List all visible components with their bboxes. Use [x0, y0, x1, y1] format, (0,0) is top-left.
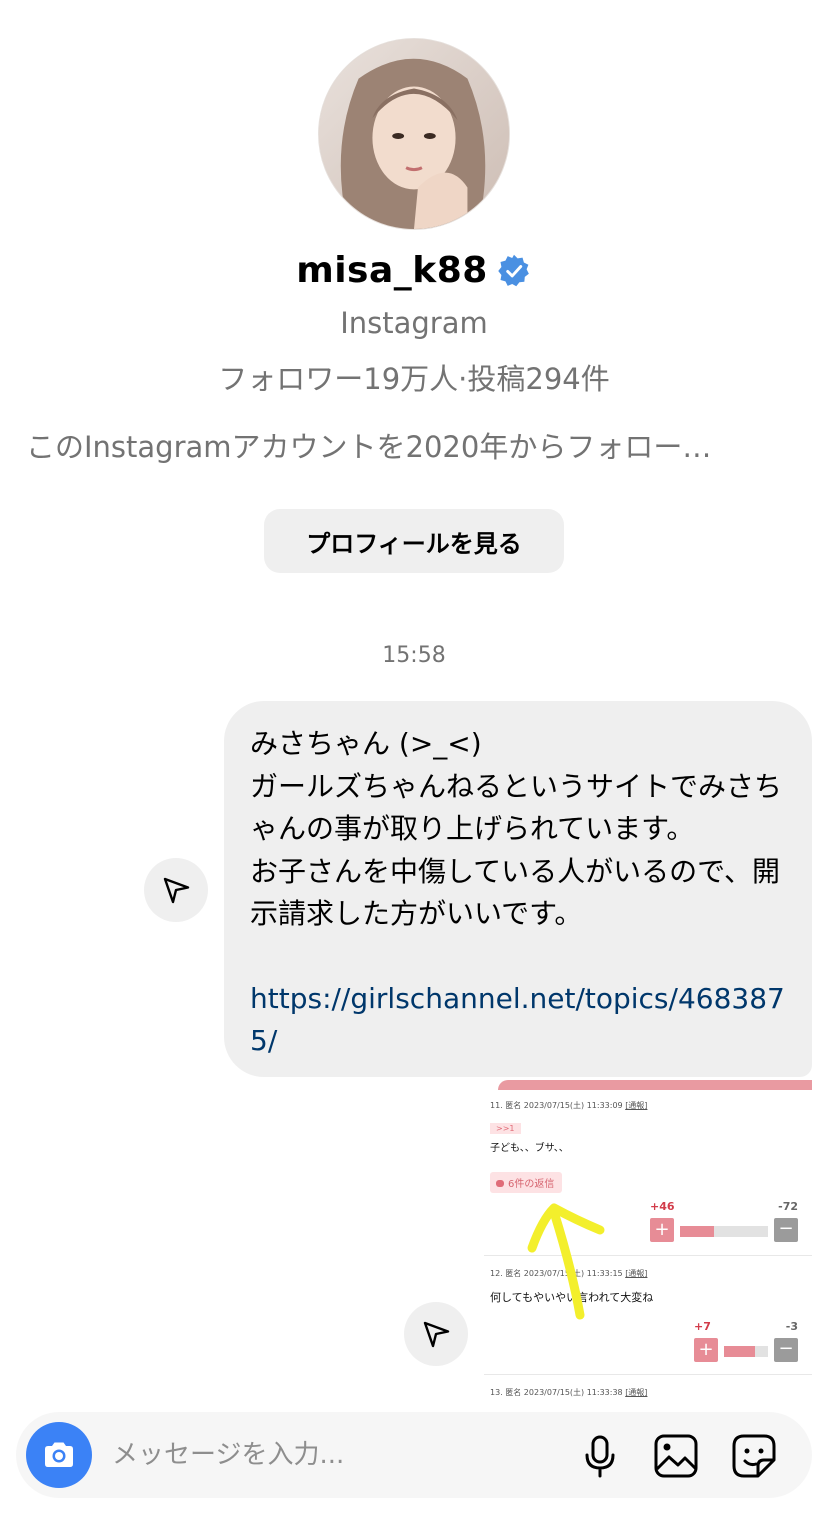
profile-source: Instagram: [340, 306, 488, 340]
camera-button[interactable]: [26, 1422, 92, 1488]
forum-post-11: 11. 匿名 2023/07/15(土) 11:33:09 [通報] >>1 子…: [490, 1100, 800, 1193]
post-body: 子ども、、ブサ、、: [490, 1143, 569, 1154]
vote-ratio-fill: [680, 1226, 715, 1237]
vote-widget: +46 -72 + −: [650, 1200, 798, 1250]
highlight-arrow-icon: [527, 1203, 605, 1320]
minus-count: -72: [778, 1200, 798, 1213]
message-timestamp: 15:58: [382, 643, 446, 668]
avatar-photo: [319, 39, 509, 229]
sticker-icon[interactable]: [730, 1432, 778, 1480]
forum-post-13: 13. 匿名 2023/07/15(土) 11:33:38 [通報]: [490, 1387, 800, 1398]
paper-plane-icon: [163, 877, 190, 904]
post-divider: [484, 1374, 812, 1375]
message-text: みさちゃん (>_<) ガールズちゃんねるというサイトでみさちゃんの事が取り上げ…: [250, 727, 783, 930]
microphone-icon[interactable]: [576, 1432, 624, 1480]
share-message-button[interactable]: [144, 858, 208, 922]
gallery-icon[interactable]: [652, 1432, 700, 1480]
minus-icon: −: [774, 1218, 798, 1242]
username-row: misa_k88: [0, 250, 828, 291]
profile-avatar[interactable]: [318, 38, 510, 230]
plus-icon: +: [694, 1338, 718, 1362]
username: misa_k88: [296, 250, 488, 291]
screenshot-header-bar: [498, 1080, 812, 1090]
vote-ratio-bar: [724, 1346, 768, 1357]
message-input[interactable]: [112, 1432, 552, 1478]
anchor-tag: >>1: [490, 1123, 521, 1134]
follow-since-text: このInstagramアカウントを2020年からフォロー…: [26, 430, 712, 464]
view-profile-button[interactable]: プロフィールを見る: [264, 509, 564, 573]
paper-plane-icon: [423, 1321, 450, 1348]
report-link: [通報]: [625, 1388, 648, 1397]
report-link: [通報]: [625, 1269, 648, 1278]
report-link: [通報]: [625, 1101, 648, 1110]
message-composer: [16, 1412, 812, 1498]
plus-count: +7: [694, 1320, 711, 1333]
vote-ratio-bar: [680, 1226, 768, 1237]
plus-icon: +: [650, 1218, 674, 1242]
post-header: 13. 匿名 2023/07/15(土) 11:33:38: [490, 1388, 623, 1397]
verified-badge-icon: [498, 254, 529, 286]
message-link[interactable]: https://girlschannel.net/topics/4683875/: [250, 978, 786, 1063]
comment-icon: [496, 1180, 504, 1187]
share-image-button[interactable]: [404, 1302, 468, 1366]
profile-stats: フォロワー19万人·投稿294件: [218, 362, 610, 396]
replies-count: 6件の返信: [508, 1179, 555, 1190]
minus-icon: −: [774, 1338, 798, 1362]
post-header: 11. 匿名 2023/07/15(土) 11:33:09: [490, 1101, 623, 1110]
camera-icon: [45, 1442, 73, 1467]
outgoing-message-bubble[interactable]: みさちゃん (>_<) ガールズちゃんねるというサイトでみさちゃんの事が取り上げ…: [224, 701, 812, 1077]
vote-widget: +7 -3 + −: [694, 1320, 798, 1370]
plus-count: +46: [650, 1200, 675, 1213]
vote-ratio-fill: [724, 1346, 755, 1357]
minus-count: -3: [785, 1320, 798, 1333]
